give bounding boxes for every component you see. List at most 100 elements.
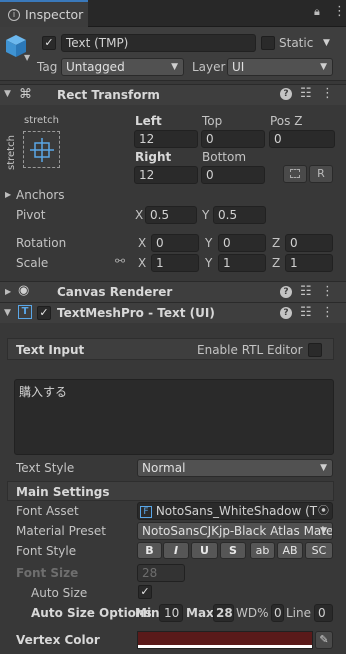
raw-edit-button[interactable]: R xyxy=(309,165,333,183)
static-dropdown-arrow[interactable]: ▼ xyxy=(323,38,330,48)
layer-value: UI xyxy=(232,60,245,74)
textmeshpro-header[interactable]: ▼ T ✓ TextMeshPro - Text (UI) ? ☷ ⋮ xyxy=(0,302,346,323)
font-asset-value: NotoSans_WhiteShadow (TM xyxy=(155,504,328,518)
rotation-x-field[interactable]: 0 xyxy=(151,234,199,252)
preset-sliders-icon[interactable]: ☷ xyxy=(300,305,312,320)
anchors-foldout[interactable]: Anchors xyxy=(16,188,65,202)
font-asset-icon: F xyxy=(140,505,152,518)
gameobject-name-field[interactable]: Text (TMP) xyxy=(61,34,256,52)
component-title: TextMeshPro - Text (UI) xyxy=(57,306,215,320)
foldout-arrow-icon[interactable]: ▼ xyxy=(4,89,11,99)
scale-x-field[interactable]: 1 xyxy=(151,254,199,272)
tmp-enabled-checkbox[interactable]: ✓ xyxy=(37,306,51,320)
rtl-checkbox[interactable] xyxy=(308,343,322,357)
auto-size-options-label: Auto Size Options xyxy=(31,606,152,620)
icon-dropdown-arrow[interactable]: ▼ xyxy=(24,53,30,62)
text-style-label: Text Style xyxy=(16,461,75,475)
foldout-arrow-icon[interactable]: ▼ xyxy=(4,308,11,318)
rotation-z-label: Z xyxy=(272,236,281,250)
pivot-label: Pivot xyxy=(16,208,46,222)
foldout-arrow-icon[interactable]: ▶ xyxy=(5,287,11,296)
active-checkbox[interactable]: ✓ xyxy=(42,36,56,50)
material-preset-value: NotoSansCJKjp-Black Atlas Mater xyxy=(142,524,333,538)
scale-y-label: Y xyxy=(205,256,213,270)
help-icon[interactable]: ? xyxy=(280,88,292,100)
component-menu-icon[interactable]: ⋮ xyxy=(321,86,334,101)
top-label: Top xyxy=(202,114,223,128)
posz-field[interactable]: 0 xyxy=(269,130,335,148)
material-preset-dropdown[interactable]: NotoSansCJKjp-Black Atlas Mater ▼ xyxy=(137,522,333,540)
vertex-color-swatch[interactable] xyxy=(137,631,313,649)
help-icon[interactable]: ? xyxy=(280,307,292,319)
text-input-area[interactable]: 購入する xyxy=(14,379,334,455)
font-size-label: Font Size xyxy=(16,566,79,580)
font-asset-label: Font Asset xyxy=(16,504,79,518)
rect-transform-icon: ⌘ xyxy=(19,87,32,102)
font-style-strikethrough-button[interactable]: S xyxy=(220,542,246,559)
font-style-smallcaps-button[interactable]: SC xyxy=(305,542,333,559)
chevron-down-icon: ▼ xyxy=(320,463,327,473)
component-menu-icon[interactable]: ⋮ xyxy=(321,305,334,320)
text-style-dropdown[interactable]: Normal ▼ xyxy=(137,459,333,477)
line-field[interactable]: 0 xyxy=(314,604,333,622)
anchor-preset-top-label: stretch xyxy=(24,115,59,126)
lock-icon[interactable]: 🔒︎ xyxy=(314,5,320,19)
gameobject-header: ▼ ✓ Text (TMP) Static ▼ Tag Untagged ▼ La… xyxy=(0,27,346,81)
material-preset-label: Material Preset xyxy=(16,524,106,538)
eyedropper-button[interactable]: ✎ xyxy=(315,631,333,649)
font-style-underline-button[interactable]: U xyxy=(191,542,218,559)
text-input-label: Text Input xyxy=(16,343,85,357)
scale-y-field[interactable]: 1 xyxy=(218,254,266,272)
constrain-proportions-icon[interactable]: ⚯ xyxy=(115,254,125,268)
font-asset-field[interactable]: F NotoSans_WhiteShadow (TM ⦿ xyxy=(137,502,333,520)
layer-dropdown[interactable]: UI ▼ xyxy=(227,58,333,76)
bottom-field[interactable]: 0 xyxy=(201,166,265,184)
font-style-uppercase-button[interactable]: AB xyxy=(277,542,303,559)
preset-sliders-icon[interactable]: ☷ xyxy=(300,86,312,101)
anchor-presets-button[interactable] xyxy=(23,131,60,168)
top-field[interactable]: 0 xyxy=(201,130,265,148)
help-icon[interactable]: ? xyxy=(280,286,292,298)
min-field[interactable]: 10 xyxy=(159,604,183,622)
main-settings-label: Main Settings xyxy=(16,485,110,499)
rtl-label: Enable RTL Editor xyxy=(197,343,303,357)
component-menu-icon[interactable]: ⋮ xyxy=(321,284,334,299)
wd-field[interactable]: 0 xyxy=(271,604,284,622)
left-field[interactable]: 12 xyxy=(134,130,198,148)
static-label: Static xyxy=(279,36,314,50)
text-style-value: Normal xyxy=(142,461,186,475)
pivot-x-field[interactable]: 0.5 xyxy=(145,206,197,224)
preset-sliders-icon[interactable]: ☷ xyxy=(300,284,312,299)
max-field[interactable]: 28 xyxy=(213,604,234,622)
rotation-z-field[interactable]: 0 xyxy=(285,234,333,252)
static-checkbox[interactable] xyxy=(261,36,275,50)
tab-inspector[interactable]: i Inspector xyxy=(0,0,88,27)
scale-z-field[interactable]: 1 xyxy=(285,254,333,272)
pivot-y-field[interactable]: 0.5 xyxy=(213,206,266,224)
component-title: Rect Transform xyxy=(57,88,160,102)
chevron-down-icon: ▼ xyxy=(171,62,178,72)
tag-dropdown[interactable]: Untagged ▼ xyxy=(61,58,184,76)
blueprint-mode-button[interactable] xyxy=(283,165,307,183)
tmp-text-icon: T xyxy=(18,305,32,319)
object-picker-icon[interactable]: ⦿ xyxy=(318,503,329,519)
font-style-italic-button[interactable]: I xyxy=(163,542,189,559)
font-style-label: Font Style xyxy=(16,544,77,558)
rotation-x-label: X xyxy=(138,236,147,250)
font-style-bold-button[interactable]: B xyxy=(137,542,162,559)
tab-bar: i Inspector 🔒︎ ⋮ xyxy=(0,0,346,27)
min-label: Min xyxy=(135,606,160,620)
kebab-menu-icon[interactable]: ⋮ xyxy=(333,4,346,19)
rect-transform-header[interactable]: ▼ ⌘ Rect Transform ? ☷ ⋮ xyxy=(0,84,346,105)
anchor-stretch-icon xyxy=(30,138,54,162)
right-field[interactable]: 12 xyxy=(134,166,198,184)
rotation-y-field[interactable]: 0 xyxy=(218,234,266,252)
line-label: Line xyxy=(286,606,312,620)
pivot-y-label: Y xyxy=(202,208,210,222)
canvas-renderer-header[interactable]: ▶ ◉ Canvas Renderer ? ☷ ⋮ xyxy=(0,281,346,302)
foldout-arrow-icon[interactable]: ▶ xyxy=(5,190,11,199)
font-style-lowercase-button[interactable]: ab xyxy=(250,542,275,559)
auto-size-checkbox[interactable]: ✓ xyxy=(138,585,152,599)
layer-label: Layer xyxy=(192,60,226,74)
vertex-color-alpha-bar xyxy=(138,645,312,648)
